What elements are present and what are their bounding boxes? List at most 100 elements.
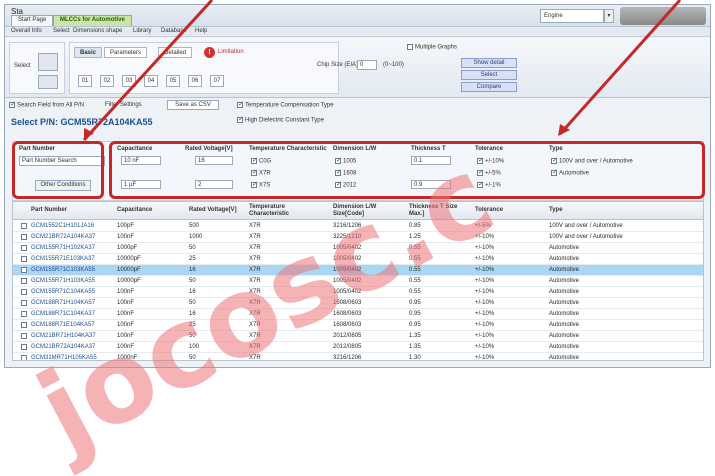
row-checkbox-icon[interactable]: [21, 300, 27, 306]
table-row[interactable]: GCM21BR71H104KA37 100nF 50 X7R 2012/0805 1.35…: [13, 331, 703, 342]
table-cell: 1608/0603: [333, 322, 362, 328]
table-cell[interactable]: GCM21BR72A104KA37: [31, 234, 95, 240]
ribbon-button-05[interactable]: 05: [166, 75, 180, 87]
table-row[interactable]: GCM21BR72A104KA37 100nF 100 X7R 2012/0805 1.3…: [13, 342, 703, 353]
temp-compensation-toggle[interactable]: Temperature Compensation Type: [237, 100, 334, 109]
multiple-graphs-checkbox[interactable]: Multiple Graphs: [407, 44, 457, 51]
table-cell: 1608/0603: [333, 311, 362, 317]
table-cell: X7R: [249, 234, 261, 240]
ribbon-button-01[interactable]: 01: [78, 75, 92, 87]
row-checkbox-icon[interactable]: [21, 344, 27, 350]
row-checkbox-icon[interactable]: [21, 322, 27, 328]
table-cell: 1000pF: [117, 245, 138, 251]
table-row[interactable]: GCM155R71H102KA37 1000pF 50 X7R 1005/0402 0.5…: [13, 243, 703, 254]
menu-library[interactable]: Library: [133, 28, 151, 34]
table-cell[interactable]: GCM188R71E104KA57: [31, 322, 95, 328]
menu-database[interactable]: Database: [161, 28, 187, 34]
table-cell: 3225/1210: [333, 234, 362, 240]
high-dielectric-check-icon[interactable]: [237, 115, 244, 123]
compare-button[interactable]: Compare: [461, 82, 517, 92]
ribbon-button-02[interactable]: 02: [100, 75, 114, 87]
high-dielectric-label: High Dielectric Constant Type: [245, 117, 324, 124]
row-checkbox-icon[interactable]: [21, 245, 27, 251]
select-button[interactable]: Select: [461, 70, 517, 80]
table-cell[interactable]: GCM188R71H104KA57: [31, 300, 95, 306]
column-capacitance[interactable]: Capacitance: [117, 207, 152, 214]
tab-start-page[interactable]: Start Page: [11, 15, 54, 26]
menu-help[interactable]: Help: [195, 28, 207, 34]
column-dimension[interactable]: Dimension L/W Size[Code]: [333, 204, 407, 218]
table-cell: 100: [189, 344, 200, 350]
table-row[interactable]: GCM31MR71H105KA55 1000nF 50 X7R 3216/1206 1.3…: [13, 353, 703, 361]
ribbon-button-06[interactable]: 06: [188, 75, 202, 87]
filter-settings-link[interactable]: Filter Settings: [105, 102, 142, 108]
column-type[interactable]: Type: [549, 207, 563, 214]
table-cell[interactable]: GCM155R71C103KA55: [31, 267, 95, 273]
column-thickness[interactable]: Thickness T Size Max.]: [409, 204, 471, 218]
ribbon-button-03[interactable]: 03: [122, 75, 136, 87]
table-cell: 100nF: [117, 333, 135, 339]
row-checkbox-icon[interactable]: [21, 333, 27, 339]
table-row[interactable]: GCM188R71C104KA37 100nF 16 X7R 1608/0603 0.95…: [13, 309, 703, 320]
row-checkbox-icon[interactable]: [21, 234, 27, 240]
table-cell[interactable]: GCM155R71H103KA55: [31, 278, 95, 284]
temp-compensation-check-icon[interactable]: [237, 100, 244, 108]
table-row[interactable]: GCM21BR72A104KA37 100nF 1000 X7R 3225/1210 1.…: [13, 232, 703, 243]
table-cell: +/-10%: [475, 289, 495, 295]
column-temperature[interactable]: Temperature Characteristic: [249, 204, 319, 218]
table-cell: 0.55: [409, 278, 421, 284]
save-csv-button[interactable]: Save as CSV: [167, 100, 219, 110]
select-tool-icon[interactable]: [38, 53, 58, 71]
menu-select[interactable]: Select: [53, 28, 70, 34]
row-checkbox-icon[interactable]: [21, 256, 27, 262]
table-cell: 0.95: [409, 311, 421, 317]
row-checkbox-icon[interactable]: [21, 267, 27, 273]
table-cell[interactable]: GCM155R71C104KA55: [31, 289, 95, 295]
table-row[interactable]: GCM1552C1H101JA16 100pF 500 X7R 3216/1206 0.8…: [13, 221, 703, 232]
show-detail-button[interactable]: Show detail: [461, 58, 517, 68]
table-row[interactable]: GCM155R71H103KA55 10000pF 50 X7R 1005/0402 0.…: [13, 276, 703, 287]
table-cell: X7R: [249, 267, 261, 273]
row-checkbox-icon[interactable]: [21, 278, 27, 284]
engine-dropdown-icon[interactable]: ▾: [604, 9, 614, 23]
table-cell[interactable]: GCM21BR71H104KA37: [31, 333, 96, 339]
table-cell[interactable]: GCM21BR72A104KA37: [31, 344, 95, 350]
table-cell: 100nF: [117, 300, 135, 306]
column-tolerance[interactable]: Tolerance: [475, 207, 503, 214]
multiple-graphs-check-icon[interactable]: [407, 44, 413, 50]
table-row[interactable]: GCM155R71E103KA37 10000pF 25 X7R 1005/0402 0.…: [13, 254, 703, 265]
ribbon-button-04[interactable]: 04: [144, 75, 158, 87]
table-row[interactable]: GCM188R71H104KA57 100nF 50 X7R 1608/0603 0.95…: [13, 298, 703, 309]
menu-overall-info[interactable]: Overall Info: [11, 28, 42, 34]
high-dielectric-toggle[interactable]: High Dielectric Constant Type: [237, 115, 324, 124]
table-cell[interactable]: GCM188R71C104KA37: [31, 311, 95, 317]
table-cell: 3216/1206: [333, 223, 362, 229]
tab-basic[interactable]: Basic: [74, 47, 103, 58]
chip-size-input[interactable]: 0: [357, 60, 377, 70]
tab-detailed[interactable]: Detailed: [158, 47, 193, 58]
results-table: Part Number Capacitance Rated Voltage[V]…: [12, 201, 704, 361]
tab-mlcc-automotive[interactable]: MLCCs for Automotive: [53, 15, 132, 26]
table-cell[interactable]: GCM155R71H102KA37: [31, 245, 95, 251]
table-cell: 0.55: [409, 256, 421, 262]
search-all-pn-toggle[interactable]: Search Field from All P/N: [9, 100, 84, 109]
table-cell[interactable]: GCM31MR71H105KA55: [31, 355, 97, 360]
engine-select[interactable]: Engine: [540, 9, 604, 23]
filter-tool-icon[interactable]: [38, 75, 58, 89]
table-row[interactable]: GCM155R71C103KA55 10000pF 16 X7R 1005/0402 0.…: [13, 265, 703, 276]
tab-parameters[interactable]: Parameters: [104, 47, 148, 58]
row-checkbox-icon[interactable]: [21, 311, 27, 317]
column-part-number[interactable]: Part Number: [31, 207, 67, 214]
column-rated-voltage[interactable]: Rated Voltage[V]: [189, 207, 237, 214]
search-all-check-icon[interactable]: [9, 100, 16, 108]
table-cell[interactable]: GCM1552C1H101JA16: [31, 223, 94, 229]
table-row[interactable]: GCM155R71C104KA55 100nF 16 X7R 1005/0402 0.55…: [13, 287, 703, 298]
ribbon-button-07[interactable]: 07: [210, 75, 224, 87]
table-row[interactable]: GCM188R71E104KA57 100nF 25 X7R 1608/0603 0.95…: [13, 320, 703, 331]
menu-dimensions-shape[interactable]: Dimensions shape: [73, 28, 122, 34]
table-cell[interactable]: GCM155R71E103KA37: [31, 256, 95, 262]
row-checkbox-icon[interactable]: [21, 355, 27, 360]
table-cell: X7R: [249, 355, 261, 361]
row-checkbox-icon[interactable]: [21, 223, 27, 229]
row-checkbox-icon[interactable]: [21, 289, 27, 295]
